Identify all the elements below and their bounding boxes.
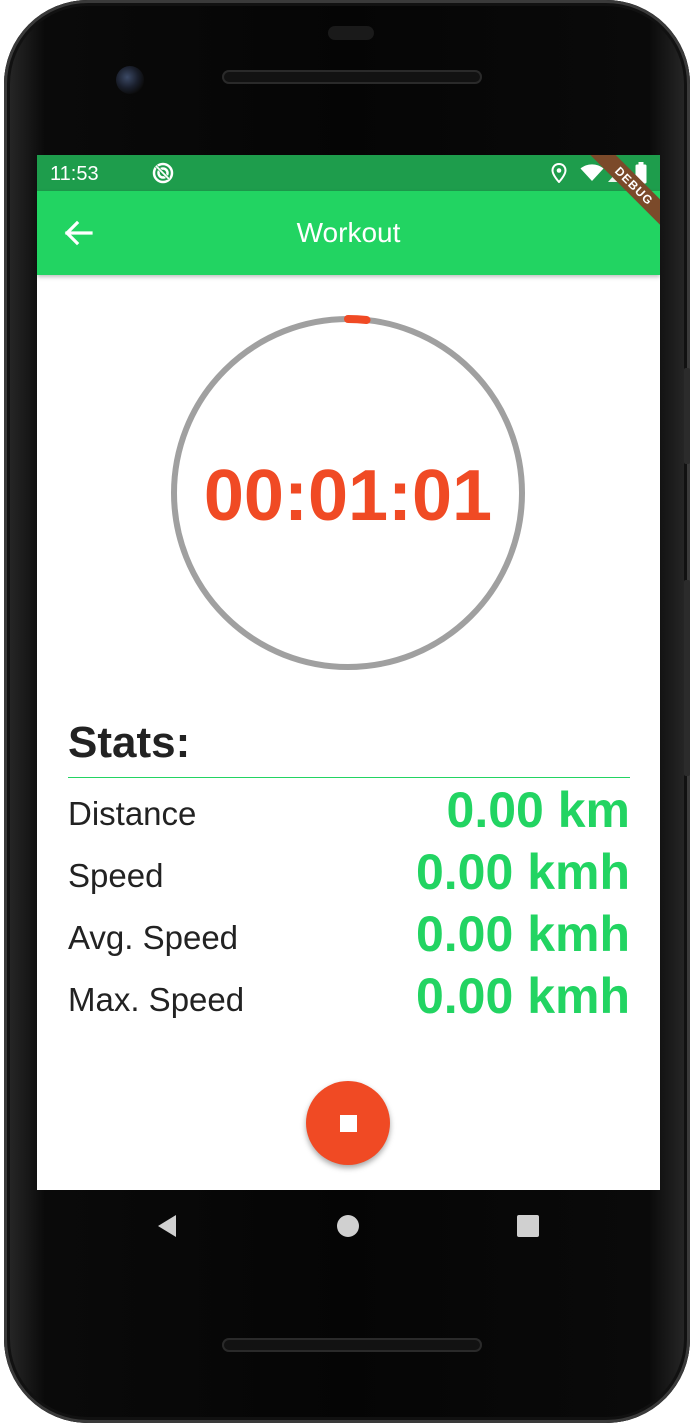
nav-back-icon[interactable] [154,1212,182,1240]
stats-heading: Stats: [68,718,191,767]
top-speaker [222,70,482,84]
power-button [684,368,690,464]
volume-button [684,580,690,776]
sync-icon [152,162,174,189]
stat-label: Avg. Speed [68,919,239,956]
stat-value: 0.00 km [446,782,630,838]
stats-divider [68,777,630,778]
stat-row-distance: Distance 0.00 km [68,782,630,839]
app-screen: 11:53 Workout DEBUG 00:01:01 Stats: Dist… [37,155,660,1190]
status-bar: 11:53 [37,155,660,191]
system-nav-bar [37,1190,660,1262]
earpiece-notch [328,26,374,40]
stat-label: Speed [68,857,164,894]
app-bar: Workout [37,191,660,275]
wifi-icon [580,164,604,187]
timer-progress-arc [344,315,371,324]
location-icon [551,162,567,188]
stop-icon [340,1115,357,1132]
stat-label: Max. Speed [68,981,245,1018]
stat-value: 0.00 kmh [415,844,630,900]
bottom-speaker [222,1338,482,1352]
timer-value: 00:01:01 [203,456,493,536]
stat-value: 0.00 kmh [415,968,630,1024]
stat-label: Distance [68,795,197,832]
nav-home-icon[interactable] [334,1212,362,1240]
stop-workout-button[interactable] [306,1081,390,1165]
stat-value: 0.00 kmh [415,906,630,962]
nav-recents-icon[interactable] [514,1212,542,1240]
stat-row-avg-speed: Avg. Speed 0.00 kmh [68,906,630,963]
front-camera [116,66,144,94]
stat-row-speed: Speed 0.00 kmh [68,844,630,901]
status-time: 11:53 [50,163,99,185]
stat-row-max-speed: Max. Speed 0.00 kmh [68,968,630,1025]
page-title: Workout [296,217,401,248]
